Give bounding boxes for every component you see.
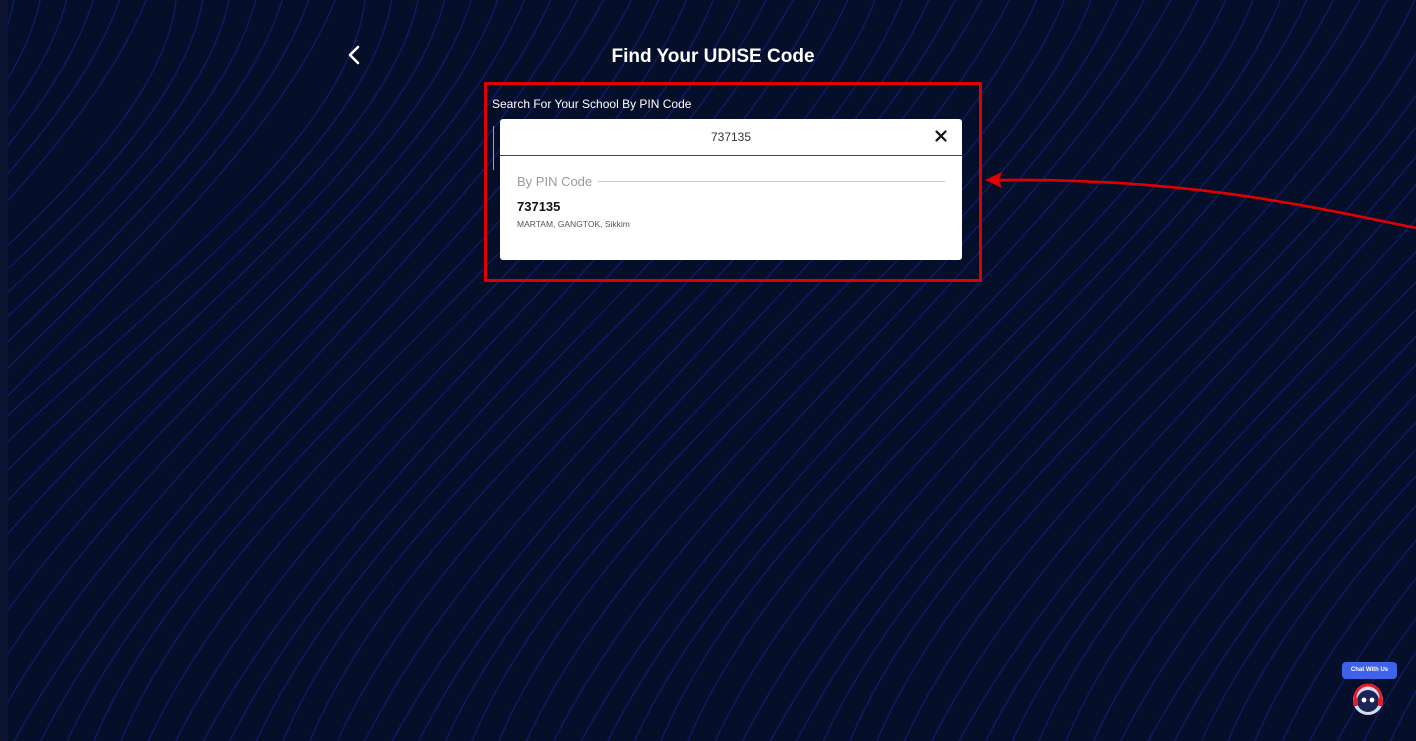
field-indicator [493, 126, 494, 170]
background-pattern [8, 0, 1416, 741]
result-pin: 737135 [517, 199, 561, 214]
results-group-header: By PIN Code [517, 174, 945, 189]
group-label: By PIN Code [517, 174, 593, 189]
udise-finder-page: Find Your UDISE Code Search For Your Sch… [8, 0, 1416, 741]
chatbot-avatar-icon [1353, 683, 1383, 715]
search-combobox: By PIN Code 737135 MARTAM, GANGTOK, Sikk… [500, 119, 962, 260]
chat-widget-button[interactable]: Chat With Us [1342, 662, 1400, 720]
close-icon [935, 130, 947, 142]
result-item[interactable]: 737135 MARTAM, GANGTOK, Sikkim [517, 199, 945, 229]
search-results-dropdown: By PIN Code 737135 MARTAM, GANGTOK, Sikk… [500, 156, 962, 260]
page-title: Find Your UDISE Code [611, 46, 815, 67]
clear-search-button[interactable] [932, 127, 950, 145]
group-divider [598, 181, 945, 182]
chevron-left-icon [348, 45, 360, 65]
back-button[interactable] [340, 40, 370, 70]
search-label: Search For Your School By PIN Code [492, 97, 692, 111]
chat-label: Chat With Us [1342, 662, 1397, 679]
result-location: MARTAM, GANGTOK, Sikkim [517, 219, 630, 229]
search-input-row [500, 119, 962, 156]
pin-code-input[interactable] [500, 119, 962, 155]
